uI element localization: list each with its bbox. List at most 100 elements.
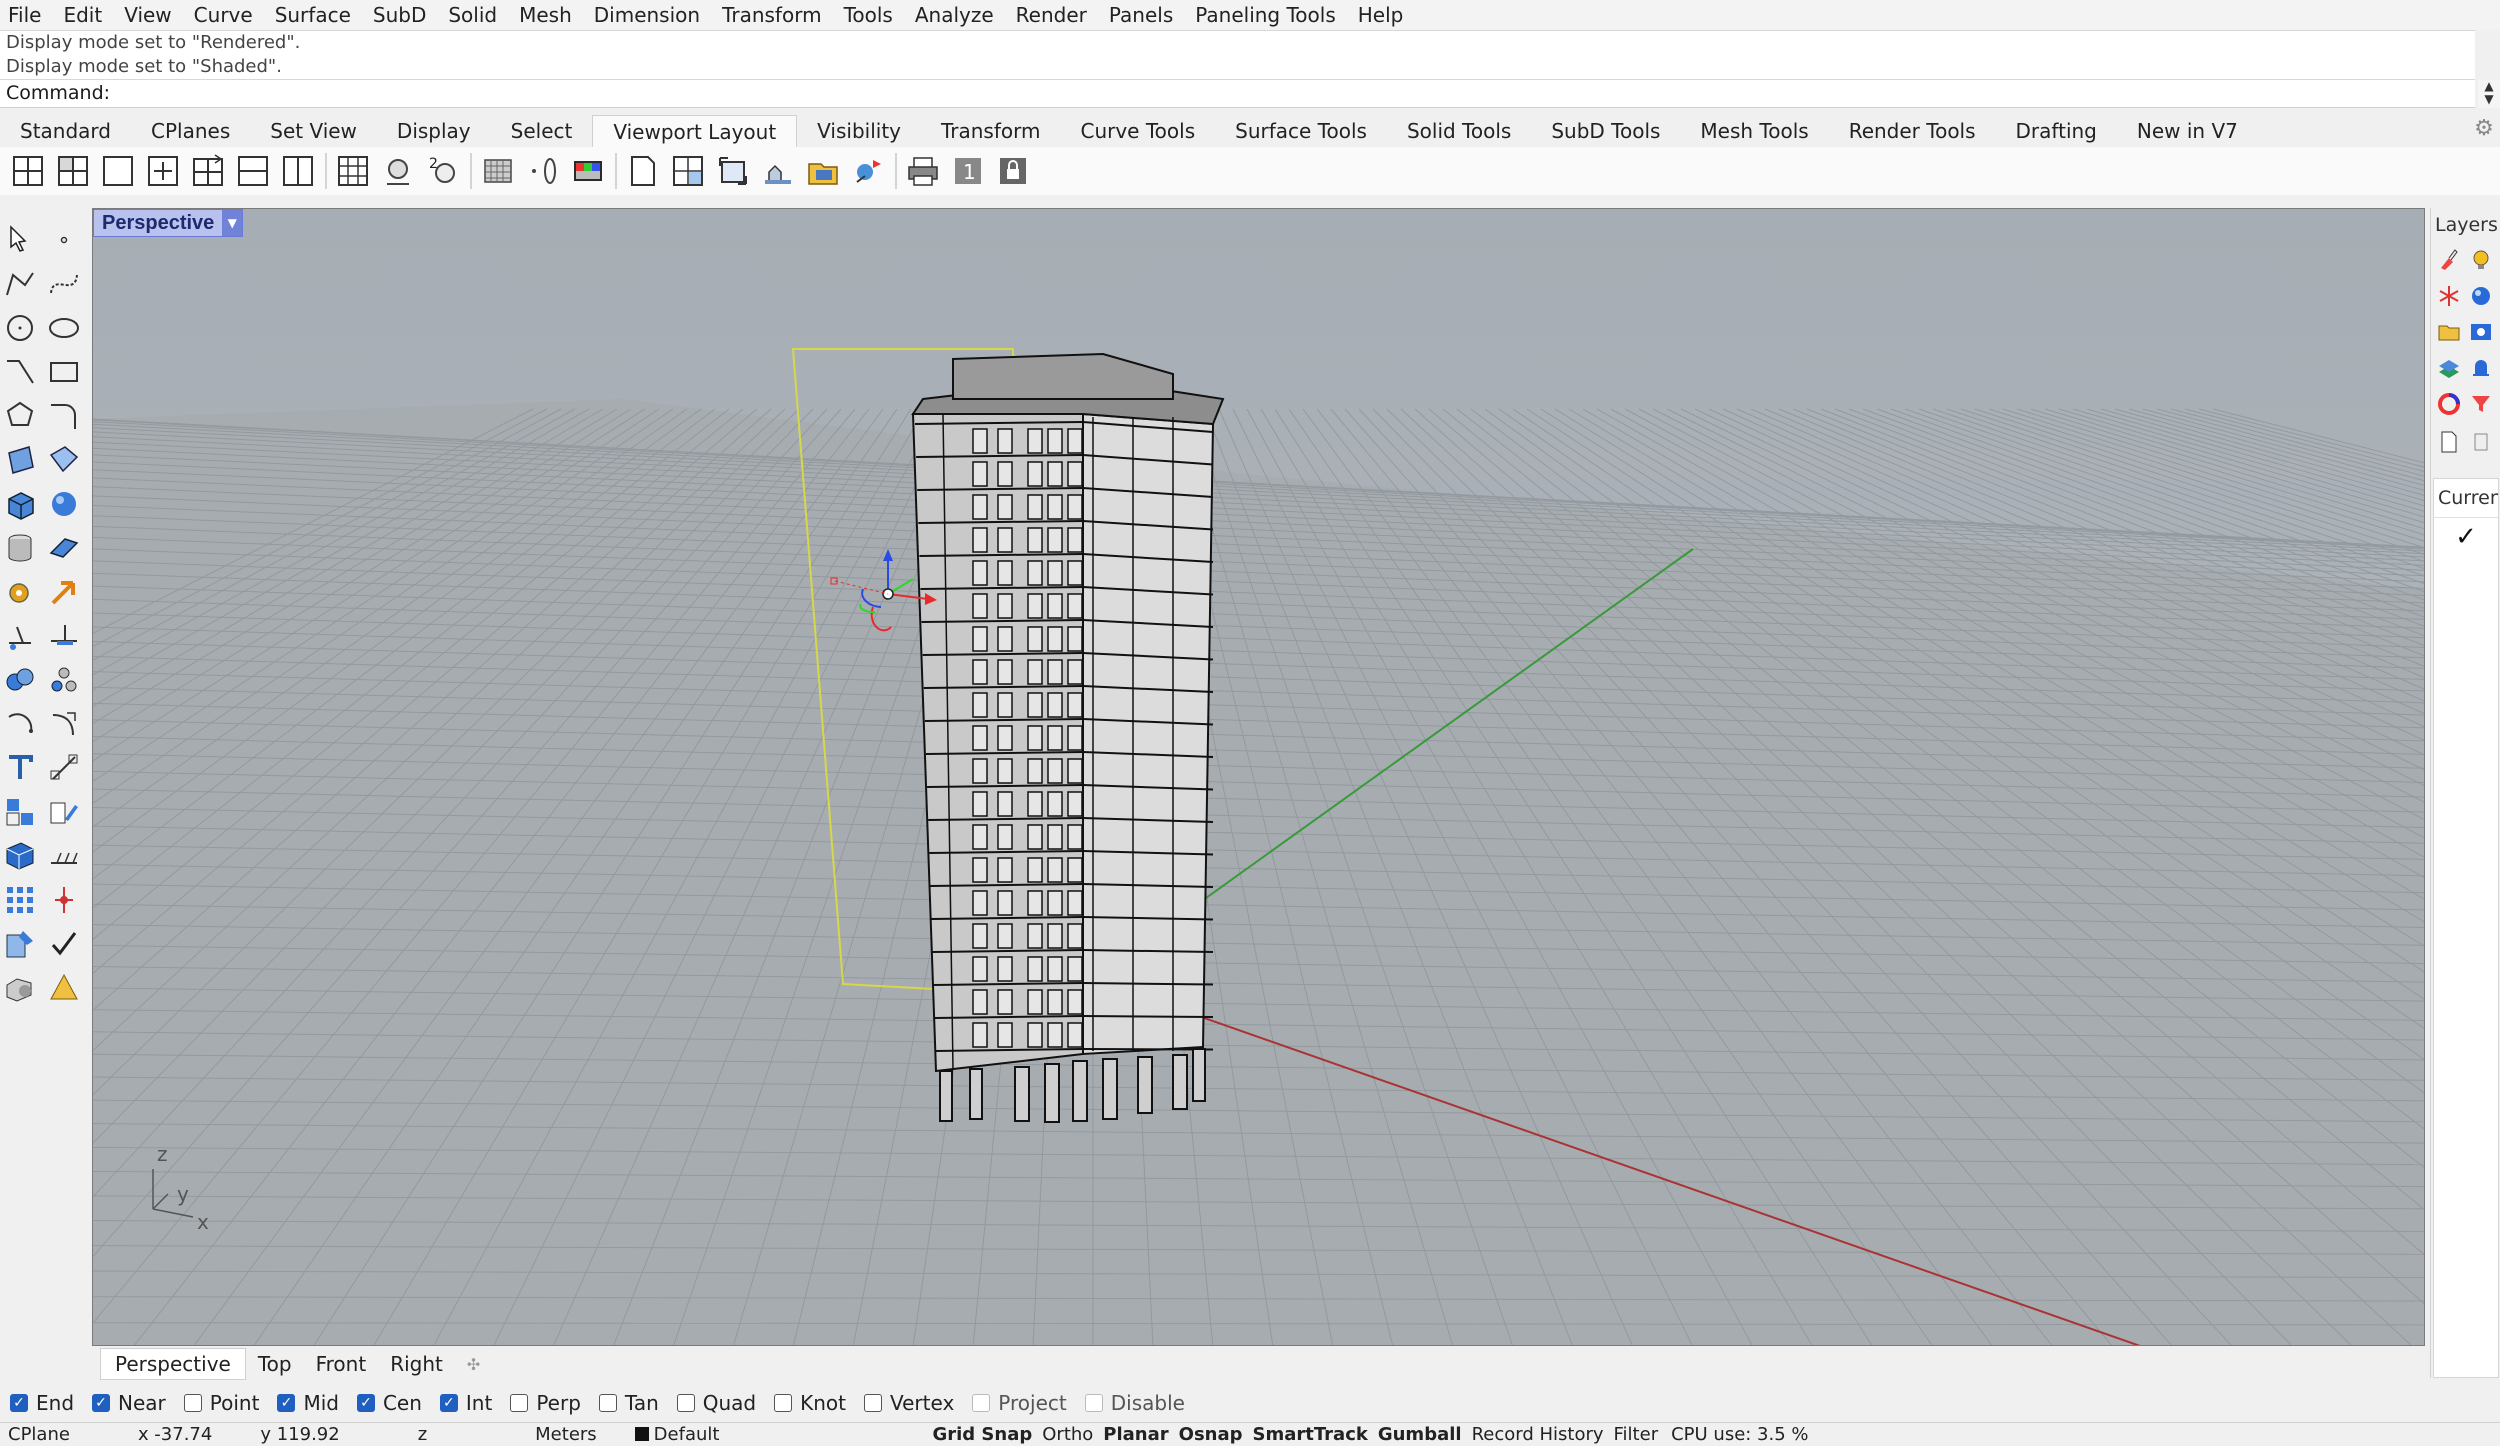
menu-item-edit[interactable]: Edit (52, 0, 113, 30)
checkbox-icon[interactable] (676, 1394, 695, 1412)
page-setup-icon[interactable] (848, 151, 888, 191)
viewport-tab-front[interactable]: Front (304, 1352, 379, 1376)
layer-stack-icon[interactable] (2435, 354, 2463, 382)
status-toggle-planar[interactable]: Planar (1098, 1424, 1173, 1445)
analyze-icon[interactable] (0, 924, 40, 964)
rectangle-icon[interactable] (44, 352, 84, 392)
current-layer-check-icon[interactable]: ✓ (2434, 522, 2498, 552)
menu-item-surface[interactable]: Surface (264, 0, 362, 30)
tab-set-view[interactable]: Set View (250, 115, 377, 147)
circle-icon[interactable] (0, 308, 40, 348)
status-toggle-ortho[interactable]: Ortho (1037, 1424, 1098, 1445)
grid-layout-icon[interactable] (333, 151, 373, 191)
building-model[interactable] (911, 352, 1225, 1123)
brush-icon[interactable] (2435, 246, 2463, 274)
zoom-extents-icon[interactable] (378, 151, 418, 191)
tab-standard[interactable]: Standard (0, 115, 131, 147)
menu-item-subd[interactable]: SubD (362, 0, 437, 30)
checkbox-icon[interactable]: ✓ (277, 1394, 296, 1412)
status-toggle-smarttrack[interactable]: SmartTrack (1248, 1424, 1373, 1445)
status-toggle-filter[interactable]: Filter (1609, 1424, 1664, 1445)
ellipse-icon[interactable] (44, 308, 84, 348)
gear-icon[interactable]: ⚙ (2472, 117, 2496, 141)
mesh-gear-icon[interactable] (0, 572, 40, 612)
tab-transform[interactable]: Transform (921, 115, 1060, 147)
select-arrow-icon[interactable] (0, 220, 40, 260)
osnap-tan[interactable]: Tan (598, 1391, 659, 1415)
new-layer-icon[interactable] (2435, 428, 2463, 456)
edit-icon[interactable] (44, 792, 84, 832)
open-layout-icon[interactable] (803, 151, 843, 191)
tab-new-in-v7[interactable]: New in V7 (2117, 115, 2258, 147)
checkbox-icon[interactable]: ✓ (10, 1394, 28, 1412)
menu-item-dimension[interactable]: Dimension (583, 0, 711, 30)
chevron-down-icon[interactable]: ▼ (222, 210, 243, 236)
tab-cplanes[interactable]: CPlanes (131, 115, 250, 147)
grid-toggle-icon[interactable] (478, 151, 518, 191)
polyline-icon[interactable] (0, 264, 40, 304)
tab-subd-tools[interactable]: SubD Tools (1531, 115, 1680, 147)
point-icon[interactable] (44, 220, 84, 260)
checkbox-icon[interactable] (510, 1394, 529, 1412)
boolean-union-icon[interactable] (0, 660, 40, 700)
lock-icon[interactable] (993, 151, 1033, 191)
layers-list[interactable]: Curren ✓ (2433, 478, 2499, 1378)
menu-item-tools[interactable]: Tools (833, 0, 904, 30)
tab-visibility[interactable]: Visibility (797, 115, 921, 147)
arrow-render-icon[interactable] (44, 572, 84, 612)
surface-corner-icon[interactable] (0, 440, 40, 480)
viewport-title[interactable]: Perspective ▼ (93, 209, 244, 237)
cylinder-icon[interactable] (0, 528, 40, 568)
sphere-icon[interactable] (44, 484, 84, 524)
array-icon[interactable] (0, 880, 40, 920)
filter-icon[interactable] (2467, 390, 2495, 418)
menu-item-panels[interactable]: Panels (1098, 0, 1184, 30)
cplane-label[interactable]: CPlane (0, 1424, 78, 1445)
perspective-viewport[interactable]: z y x Perspective ▼ (92, 208, 2425, 1346)
scene-canvas[interactable]: z y x (93, 209, 2425, 1346)
single-viewport-icon[interactable] (98, 151, 138, 191)
fillet-curve-icon[interactable] (44, 396, 84, 436)
boolean-split-icon[interactable] (44, 660, 84, 700)
material-icon[interactable] (2467, 282, 2495, 310)
menu-item-solid[interactable]: Solid (437, 0, 508, 30)
layer-indicator[interactable]: Default (605, 1424, 728, 1445)
four-viewports-icon[interactable] (8, 151, 48, 191)
bell-icon[interactable] (2467, 354, 2495, 382)
menu-item-paneling-tools[interactable]: Paneling Tools (1184, 0, 1347, 30)
tab-select[interactable]: Select (491, 115, 593, 147)
detail-view-icon[interactable] (668, 151, 708, 191)
menu-item-file[interactable]: File (0, 0, 52, 30)
viewport-tab-perspective[interactable]: Perspective (100, 1348, 246, 1380)
display-icon[interactable] (2467, 318, 2495, 346)
checkbox-icon[interactable]: ✓ (92, 1394, 111, 1412)
status-toggle-gumball[interactable]: Gumball (1373, 1424, 1467, 1445)
status-toggle-osnap[interactable]: Osnap (1174, 1424, 1248, 1445)
osnap-mid[interactable]: ✓ Mid (277, 1391, 339, 1415)
print-icon[interactable] (903, 151, 943, 191)
polygon-icon[interactable] (0, 396, 40, 436)
split-horizontal-icon[interactable] (233, 151, 273, 191)
new-viewport-icon[interactable] (143, 151, 183, 191)
text-icon[interactable] (0, 748, 40, 788)
osnap-perp[interactable]: Perp (510, 1391, 581, 1415)
menu-item-transform[interactable]: Transform (711, 0, 832, 30)
viewport-tab-right[interactable]: Right (378, 1352, 455, 1376)
checkbox-icon[interactable]: ✓ (356, 1394, 375, 1412)
layer-options-icon[interactable] (2467, 428, 2495, 456)
tab-solid-tools[interactable]: Solid Tools (1387, 115, 1531, 147)
menu-item-analyze[interactable]: Analyze (904, 0, 1005, 30)
tab-drafting[interactable]: Drafting (1996, 115, 2117, 147)
three-viewports-icon[interactable] (53, 151, 93, 191)
tab-mesh-tools[interactable]: Mesh Tools (1680, 115, 1828, 147)
new-layout-icon[interactable] (623, 151, 663, 191)
color-display-icon[interactable] (568, 151, 608, 191)
menu-item-help[interactable]: Help (1347, 0, 1415, 30)
dimension-icon[interactable] (44, 748, 84, 788)
osnap-quad[interactable]: Quad (676, 1391, 756, 1415)
block-icon[interactable] (0, 836, 40, 876)
osnap-disable[interactable]: Disable (1084, 1391, 1185, 1415)
trim-icon[interactable] (0, 616, 40, 656)
osnap-project[interactable]: Project (972, 1391, 1067, 1415)
tab-render-tools[interactable]: Render Tools (1829, 115, 1996, 147)
